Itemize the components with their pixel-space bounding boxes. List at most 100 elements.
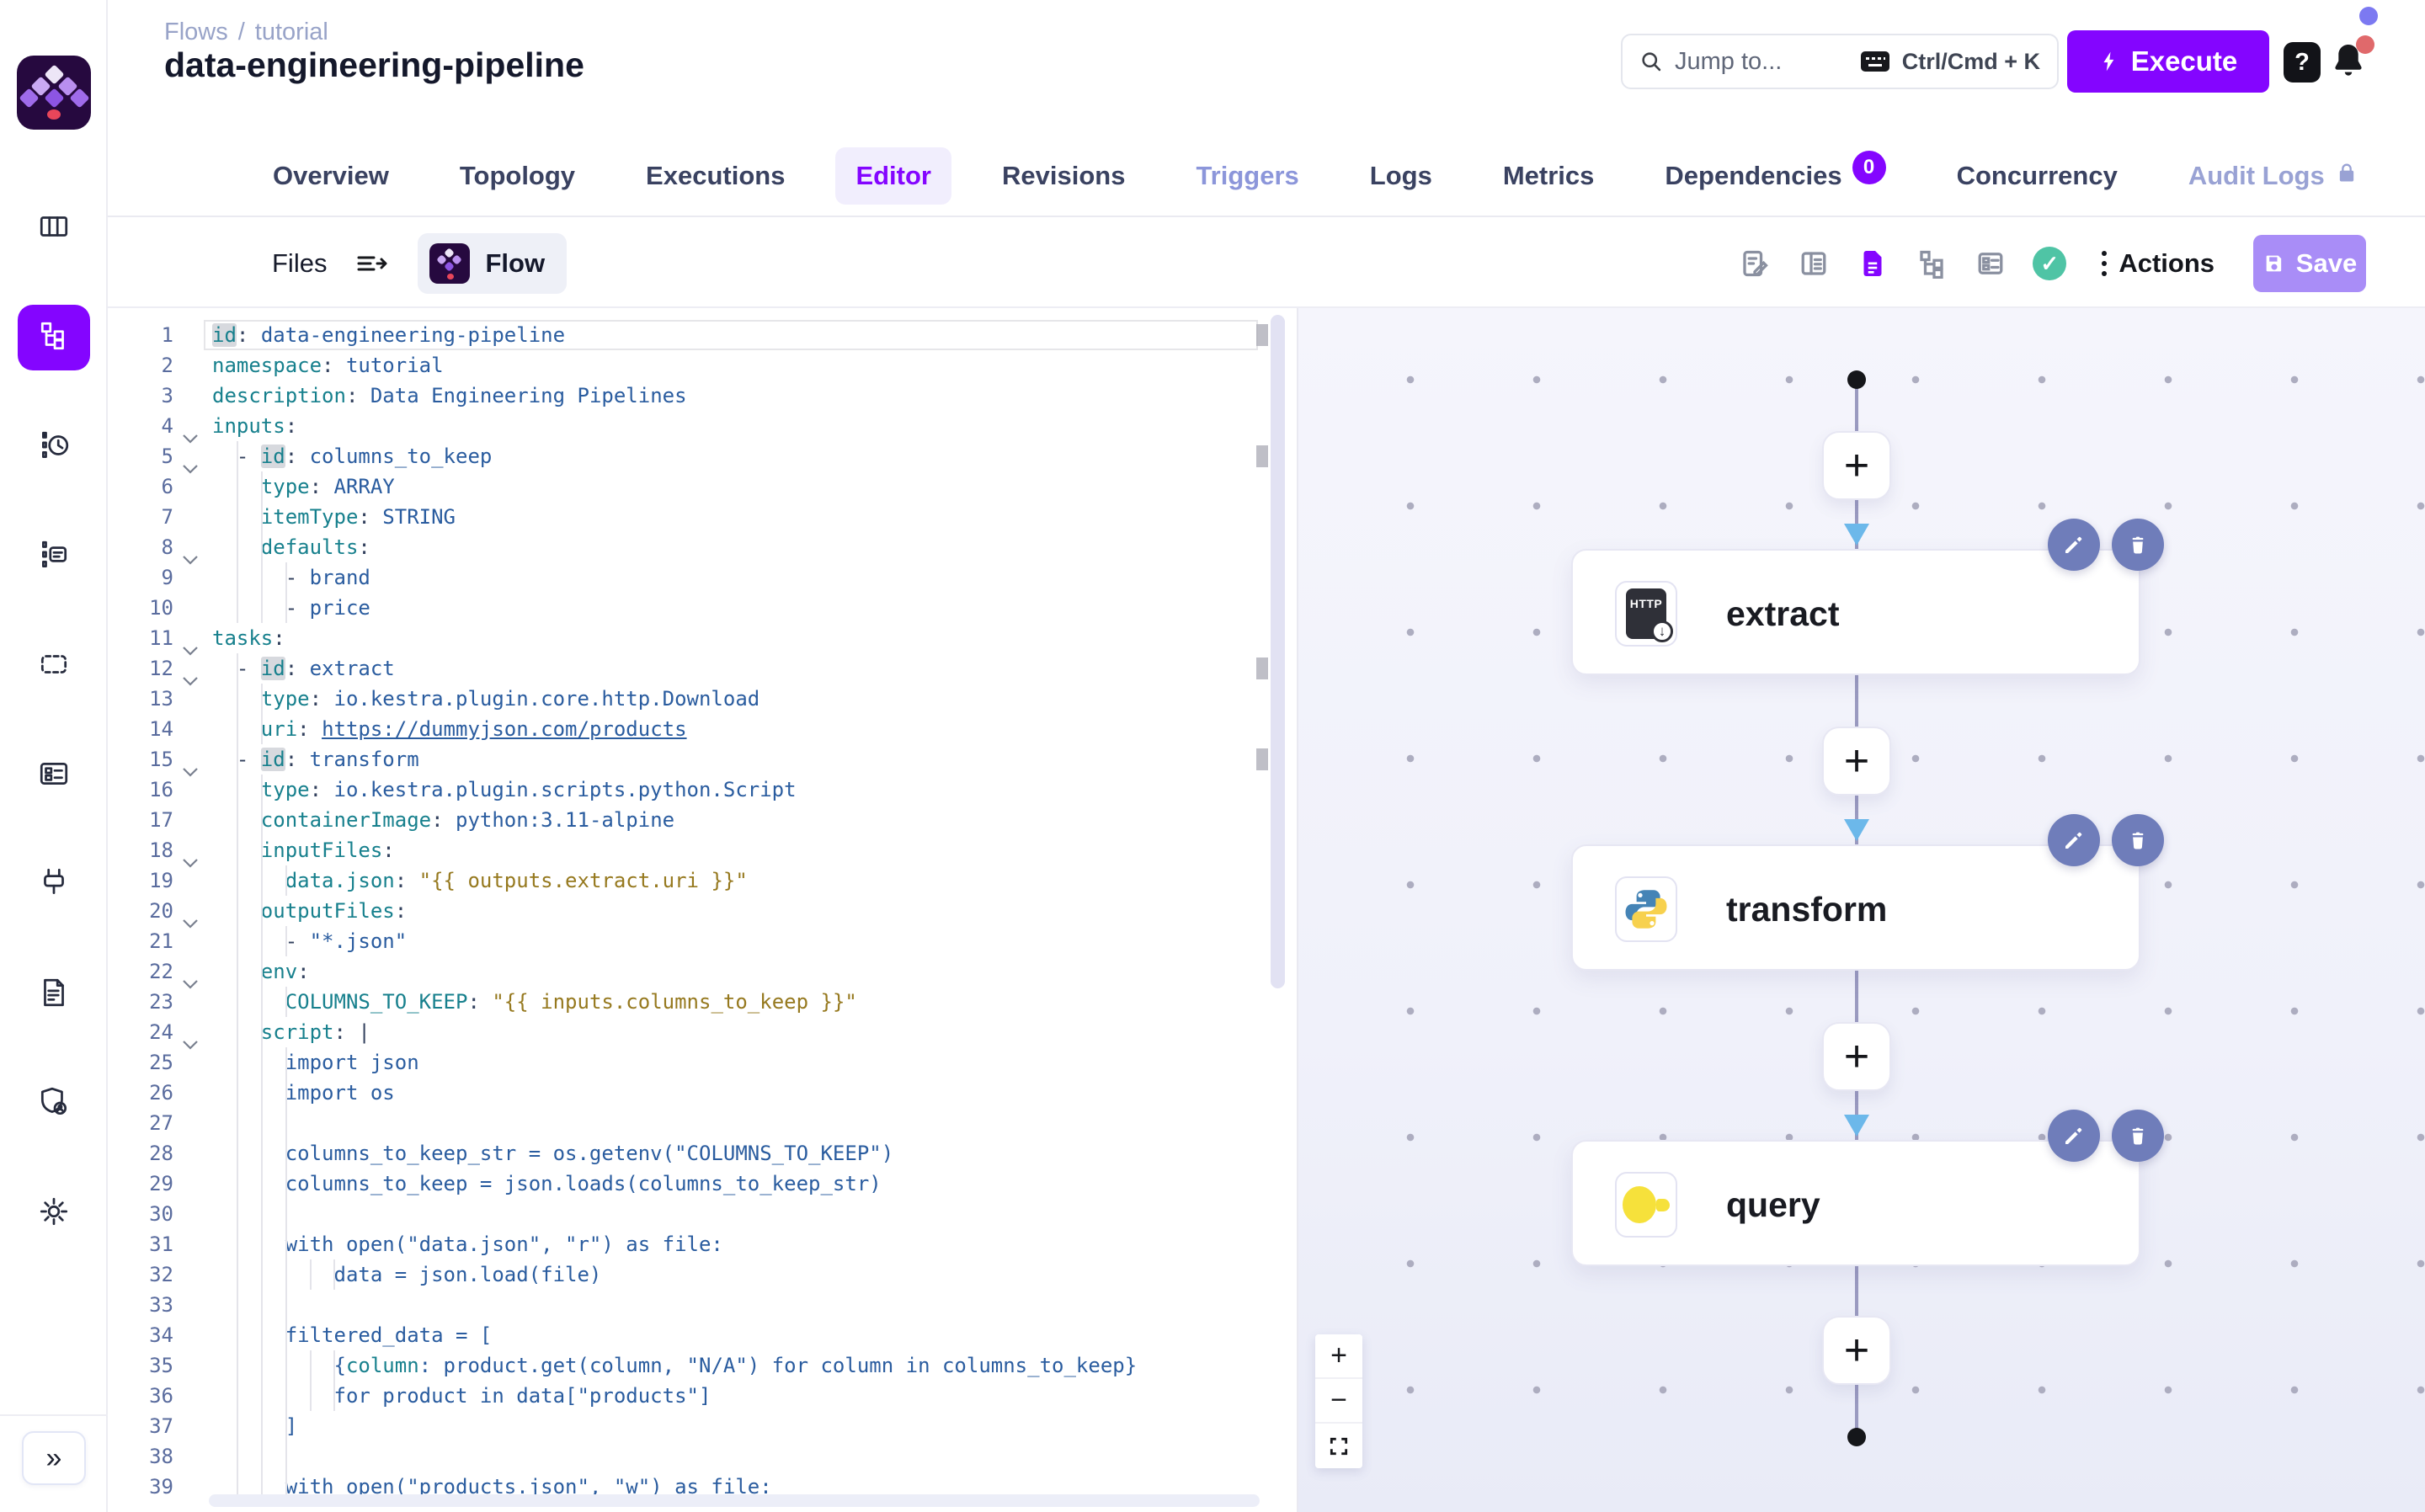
files-label[interactable]: Files (272, 248, 327, 279)
code-line[interactable]: 6 type: ARRAY (108, 471, 1297, 502)
code-line[interactable]: 18 inputFiles: (108, 835, 1297, 865)
topology-graph[interactable]: ++++HTTP↓ extract transform query +− (1297, 308, 2425, 1512)
code-line[interactable]: 24 script: | (108, 1017, 1297, 1047)
code-line[interactable]: 31 with open("data.json", "r") as file: (108, 1229, 1297, 1259)
tab-triggers[interactable]: Triggers (1175, 147, 1319, 205)
tab-editor[interactable]: Editor (835, 147, 951, 205)
add-task-button[interactable]: + (1822, 1022, 1891, 1091)
code-line[interactable]: 23 COLUMNS_TO_KEEP: "{{ inputs.columns_t… (108, 987, 1297, 1017)
code-line[interactable]: 27 (108, 1108, 1297, 1138)
code-line[interactable]: 38 (108, 1441, 1297, 1472)
code-line[interactable]: 9 - brand (108, 562, 1297, 593)
flow-file-tab[interactable]: Flow (418, 233, 567, 294)
code-text (212, 1441, 285, 1472)
breadcrumb-flows[interactable]: Flows (164, 19, 228, 45)
sidebar-item-blueprints[interactable] (18, 743, 90, 808)
tab-audit-logs[interactable]: Audit Logs (2168, 147, 2379, 205)
sidebar-item-flows[interactable] (18, 305, 90, 370)
code-line[interactable]: 37 ] (108, 1411, 1297, 1441)
tab-revisions[interactable]: Revisions (982, 147, 1145, 205)
reader-toggle-icon[interactable] (1797, 247, 1831, 280)
sidebar-item-administration[interactable] (18, 1071, 90, 1137)
code-line[interactable]: 19 data.json: "{{ outputs.extract.uri }}… (108, 865, 1297, 896)
code-line[interactable]: 15 - id: transform (108, 744, 1297, 775)
doc-edit-toggle-icon[interactable] (1738, 247, 1772, 280)
zoom-in-button[interactable]: + (1315, 1334, 1362, 1379)
tab-dependencies[interactable]: Dependencies0 (1644, 146, 1905, 206)
code-line[interactable]: 11tasks: (108, 623, 1297, 653)
tab-logs[interactable]: Logs (1350, 147, 1452, 205)
add-task-button[interactable]: + (1822, 727, 1891, 796)
save-button[interactable]: Save (2253, 235, 2366, 292)
code-line[interactable]: 7 itemType: STRING (108, 502, 1297, 532)
sidebar-item-dashboard[interactable] (18, 195, 90, 261)
sidebar-item-logs[interactable] (18, 524, 90, 589)
actions-menu-button[interactable]: Actions (2102, 248, 2214, 279)
edit-task-button[interactable] (2048, 519, 2100, 571)
code-line[interactable]: 25 import json (108, 1047, 1297, 1078)
form-toggle-icon[interactable] (1974, 247, 2007, 280)
tab-concurrency[interactable]: Concurrency (1937, 147, 2138, 205)
sidebar-item-executions[interactable] (18, 414, 90, 480)
yaml-code-editor[interactable]: 1id: data-engineering-pipeline2namespace… (108, 308, 1297, 1512)
task-node-transform[interactable]: transform (1571, 844, 2140, 971)
code-line[interactable]: 36 for product in data["products"] (108, 1381, 1297, 1411)
jump-to-search[interactable]: Jump to... Ctrl/Cmd + K (1621, 34, 2059, 89)
sidebar-item-settings[interactable] (18, 1180, 90, 1246)
code-line[interactable]: 1id: data-engineering-pipeline (108, 320, 1297, 350)
fit-view-button[interactable] (1315, 1424, 1362, 1468)
sidebar-item-docs[interactable] (18, 961, 90, 1027)
open-files-panel-icon[interactable] (355, 251, 389, 276)
code-line[interactable]: 32 data = json.load(file) (108, 1259, 1297, 1290)
edit-task-button[interactable] (2048, 1110, 2100, 1162)
edit-task-button[interactable] (2048, 814, 2100, 866)
add-task-button[interactable]: + (1822, 1316, 1891, 1385)
code-line[interactable]: 30 (108, 1199, 1297, 1229)
docs-icon (37, 976, 71, 1014)
zoom-out-button[interactable]: − (1315, 1379, 1362, 1424)
code-line[interactable]: 26 import os (108, 1078, 1297, 1108)
code-line[interactable]: 12 - id: extract (108, 653, 1297, 684)
kestra-logo[interactable] (17, 56, 91, 130)
code-line[interactable]: 35 {column: product.get(column, "N/A") f… (108, 1350, 1297, 1381)
file-toggle-icon[interactable] (1856, 247, 1889, 280)
check-toggle-icon[interactable]: ✓ (2033, 247, 2066, 280)
code-line[interactable]: 17 containerImage: python:3.11-alpine (108, 805, 1297, 835)
code-line[interactable]: 8 defaults: (108, 532, 1297, 562)
tab-executions[interactable]: Executions (626, 147, 805, 205)
code-line[interactable]: 10 - price (108, 593, 1297, 623)
delete-task-button[interactable] (2112, 814, 2164, 866)
execute-button[interactable]: Execute (2067, 30, 2269, 93)
delete-task-button[interactable] (2112, 1110, 2164, 1162)
editor-horizontal-scrollbar[interactable] (209, 1494, 1260, 1507)
code-line[interactable]: 3description: Data Engineering Pipelines (108, 381, 1297, 411)
notifications-bell[interactable] (2329, 39, 2373, 84)
help-button[interactable]: ? (2284, 42, 2321, 83)
tab-topology[interactable]: Topology (440, 147, 595, 205)
breadcrumb-namespace[interactable]: tutorial (255, 19, 328, 45)
code-line[interactable]: 28 columns_to_keep_str = os.getenv("COLU… (108, 1138, 1297, 1169)
tree-toggle-icon[interactable] (1915, 247, 1948, 280)
code-line[interactable]: 16 type: io.kestra.plugin.scripts.python… (108, 775, 1297, 805)
sidebar-expand-button[interactable]: » (22, 1431, 86, 1485)
code-line[interactable]: 14 uri: https://dummyjson.com/products (108, 714, 1297, 744)
code-line[interactable]: 4inputs: (108, 411, 1297, 441)
tab-overview[interactable]: Overview (253, 147, 409, 205)
code-line[interactable]: 5 - id: columns_to_keep (108, 441, 1297, 471)
code-line[interactable]: 29 columns_to_keep = json.loads(columns_… (108, 1169, 1297, 1199)
add-task-button[interactable]: + (1822, 431, 1891, 500)
code-line[interactable]: 34 filtered_data = [ (108, 1320, 1297, 1350)
tab-metrics[interactable]: Metrics (1483, 147, 1615, 205)
code-line[interactable]: 33 (108, 1290, 1297, 1320)
code-line[interactable]: 2namespace: tutorial (108, 350, 1297, 381)
task-node-extract[interactable]: HTTP↓ extract (1571, 549, 2140, 675)
editor-vertical-scrollbar[interactable] (1271, 315, 1285, 988)
sidebar-item-plugins[interactable] (18, 852, 90, 918)
code-line[interactable]: 13 type: io.kestra.plugin.core.http.Down… (108, 684, 1297, 714)
delete-task-button[interactable] (2112, 519, 2164, 571)
code-line[interactable]: 21 - "*.json" (108, 926, 1297, 956)
code-line[interactable]: 22 env: (108, 956, 1297, 987)
code-line[interactable]: 20 outputFiles: (108, 896, 1297, 926)
sidebar-item-namespaces[interactable] (18, 633, 90, 699)
task-node-query[interactable]: query (1571, 1140, 2140, 1266)
